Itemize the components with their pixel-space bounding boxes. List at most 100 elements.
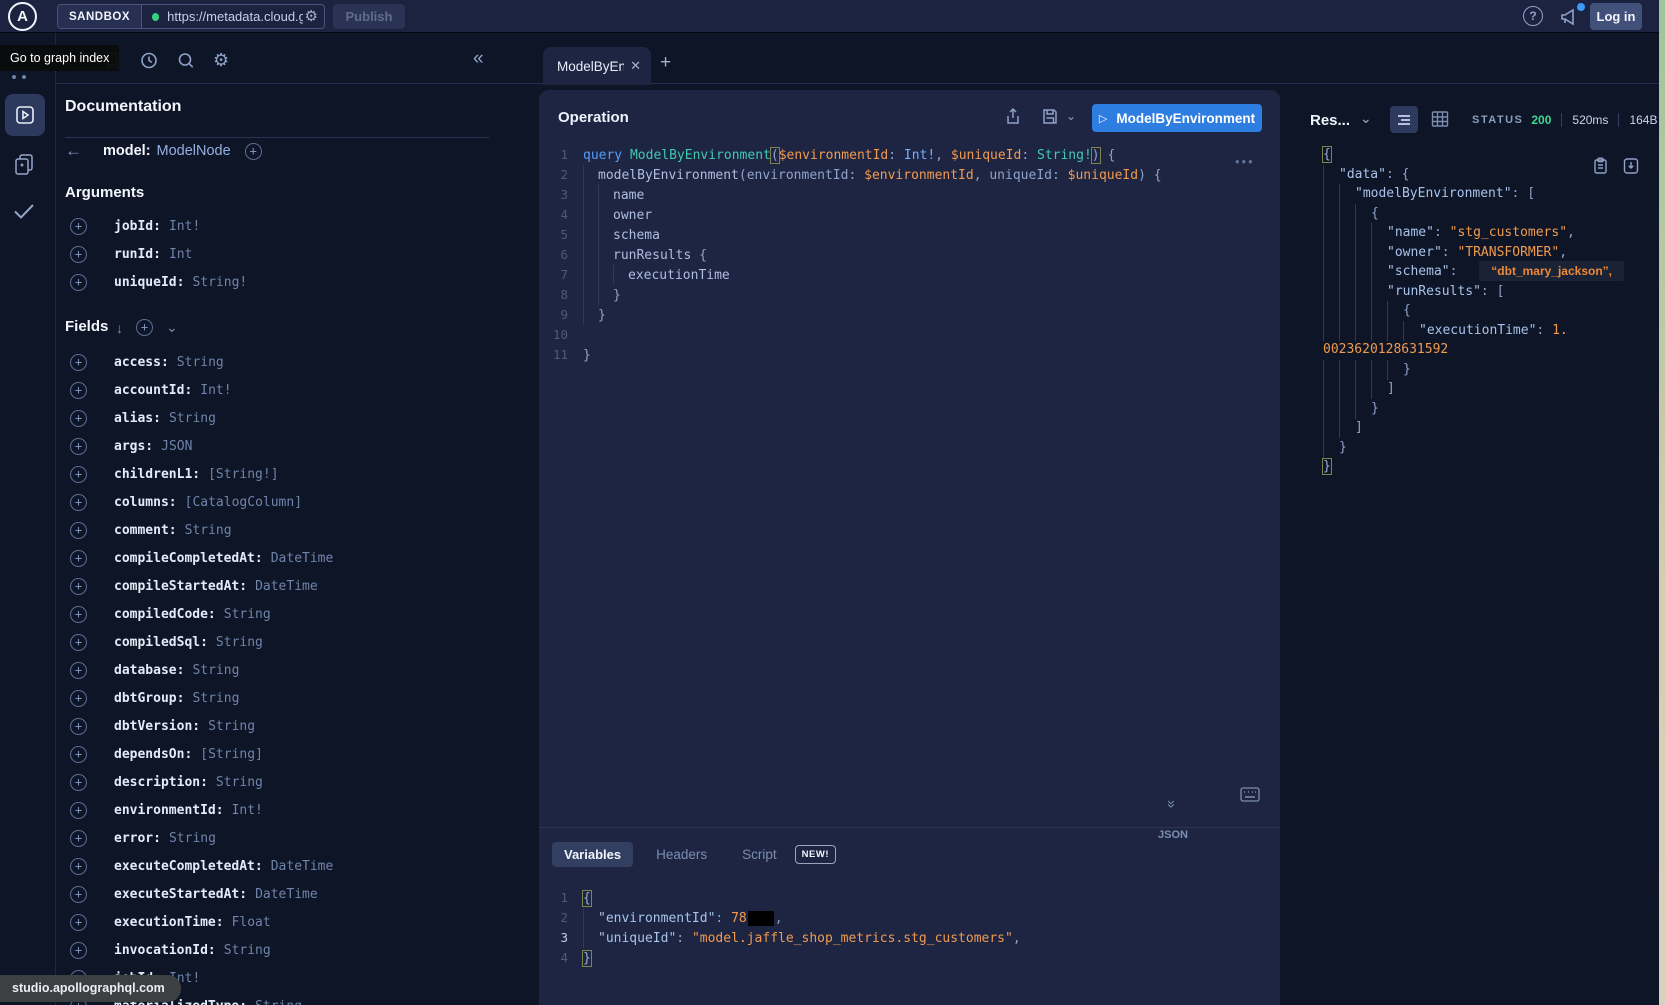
back-arrow-icon[interactable]: ← [65,141,82,161]
tab-script[interactable]: Script [730,842,789,867]
field-type-link[interactable]: DateTime [271,859,334,874]
field-type-link[interactable]: String [216,635,263,650]
add-field-button[interactable]: + [70,550,87,567]
add-field-button[interactable]: + [70,942,87,959]
add-field-button[interactable]: + [70,410,87,427]
doc-field-row[interactable]: +error:String [56,824,508,852]
add-field-button[interactable]: + [70,606,87,623]
doc-field-row[interactable]: +dbtVersion:String [56,712,508,740]
response-format-list-button[interactable] [1390,106,1418,133]
add-field-button[interactable]: + [70,802,87,819]
field-type-link[interactable]: String [224,943,271,958]
response-body[interactable]: {"data": {"modelByEnvironment": [{"name"… [1283,145,1655,477]
endpoint-url-input[interactable]: https://metadata.cloud.getd [167,9,302,24]
close-tab-icon[interactable]: ✕ [630,58,641,74]
add-field-button[interactable]: + [70,858,87,875]
doc-field-row[interactable]: +accountId:Int! [56,376,508,404]
doc-field-row[interactable]: +jobId:Int! [56,212,508,240]
response-menu-chevron-icon[interactable]: ⌄ [1360,110,1372,127]
field-type-link[interactable]: [CatalogColumn] [185,495,302,510]
add-field-button[interactable]: + [70,690,87,707]
operation-editor[interactable]: 1query ModelByEnvironment($environmentId… [539,145,1280,365]
add-field-button[interactable]: + [70,578,87,595]
model-type-link[interactable]: ModelNode [157,143,231,159]
add-field-button[interactable]: + [70,382,87,399]
add-field-button[interactable]: + [70,522,87,539]
help-icon[interactable]: ? [1523,6,1543,26]
field-type-link[interactable]: String [169,831,216,846]
doc-field-row[interactable]: +dependsOn:[String] [56,740,508,768]
add-field-button[interactable]: + [70,830,87,847]
new-tab-button[interactable]: + [660,52,671,74]
add-field-button[interactable]: + [70,746,87,763]
response-format-table-button[interactable] [1430,109,1450,129]
add-field-button[interactable]: + [70,466,87,483]
variables-editor[interactable]: 1{2"environmentId": 78,3"uniqueId": "mod… [539,888,1280,968]
add-field-button[interactable]: + [70,246,87,263]
add-field-button[interactable]: + [70,218,87,235]
doc-field-row[interactable]: +dbtGroup:String [56,684,508,712]
fields-menu-chevron-icon[interactable]: ⌄ [166,319,178,336]
field-type-link[interactable]: JSON [161,439,192,454]
tab-headers[interactable]: Headers [644,842,719,867]
doc-field-row[interactable]: +compiledCode:String [56,600,508,628]
field-type-link[interactable]: [String!] [208,467,278,482]
field-type-link[interactable]: String [192,691,239,706]
field-type-link[interactable]: Int [169,247,192,262]
keyboard-shortcuts-icon[interactable] [1240,787,1260,802]
add-field-button[interactable]: + [70,718,87,735]
field-type-link[interactable]: DateTime [255,887,318,902]
add-field-button[interactable]: + [70,494,87,511]
clone-operations-button[interactable] [12,152,36,178]
field-type-link[interactable]: String [192,663,239,678]
doc-field-row[interactable]: +runId:Int [56,240,508,268]
doc-field-row[interactable]: +access:String [56,348,508,376]
doc-field-row[interactable]: +description:String [56,768,508,796]
tab-variables[interactable]: Variables [552,842,633,867]
add-field-button[interactable]: + [70,662,87,679]
doc-field-row[interactable]: +invocationId:String [56,936,508,964]
doc-field-row[interactable]: +executeCompletedAt:DateTime [56,852,508,880]
field-type-link[interactable]: String [255,999,302,1005]
run-operation-button[interactable]: ▷ ModelByEnvironment [1092,104,1262,132]
doc-field-row[interactable]: +database:String [56,656,508,684]
field-type-link[interactable]: String [177,355,224,370]
doc-field-row[interactable]: +comment:String [56,516,508,544]
add-field-button[interactable]: + [70,354,87,371]
doc-field-row[interactable]: +uniqueId:String! [56,268,508,296]
doc-field-row[interactable]: +compileStartedAt:DateTime [56,572,508,600]
doc-field-row[interactable]: +compileCompletedAt:DateTime [56,544,508,572]
add-field-button[interactable]: + [70,634,87,651]
field-type-link[interactable]: DateTime [271,551,334,566]
field-type-link[interactable]: DateTime [255,579,318,594]
sandbox-badge[interactable]: SANDBOX [58,5,142,28]
field-type-link[interactable]: String [185,523,232,538]
field-type-link[interactable]: String! [192,275,247,290]
apollo-logo-icon[interactable]: A [8,2,37,31]
add-type-button[interactable]: + [245,143,262,160]
login-button[interactable]: Log in [1590,3,1642,30]
sort-fields-icon[interactable]: ↓ [116,320,123,336]
save-icon[interactable] [1041,106,1059,126]
field-type-link[interactable]: Int! [232,803,263,818]
add-all-fields-button[interactable]: + [136,319,153,336]
add-field-button[interactable]: + [70,274,87,291]
add-field-button[interactable]: + [70,774,87,791]
field-type-link[interactable]: Float [232,915,271,930]
endpoint-settings-gear-icon[interactable]: ⚙ [305,9,318,24]
add-field-button[interactable]: + [70,886,87,903]
field-type-link[interactable]: String [169,411,216,426]
doc-field-row[interactable]: +alias:String [56,404,508,432]
announcements-icon[interactable] [1558,6,1580,28]
tab-modelbyenvironment[interactable]: ModelByEnvi... ✕ [543,47,651,85]
add-field-button[interactable]: + [70,914,87,931]
save-menu-chevron-icon[interactable]: ⌄ [1066,109,1076,123]
doc-field-row[interactable]: +compiledSql:String [56,628,508,656]
doc-field-row[interactable]: +columns:[CatalogColumn] [56,488,508,516]
field-type-link[interactable]: String [216,775,263,790]
share-icon[interactable] [1004,106,1022,126]
doc-field-row[interactable]: +args:JSON [56,432,508,460]
publish-button[interactable]: Publish [333,4,405,29]
doc-field-row[interactable]: +environmentId:Int! [56,796,508,824]
field-type-link[interactable]: String [208,719,255,734]
